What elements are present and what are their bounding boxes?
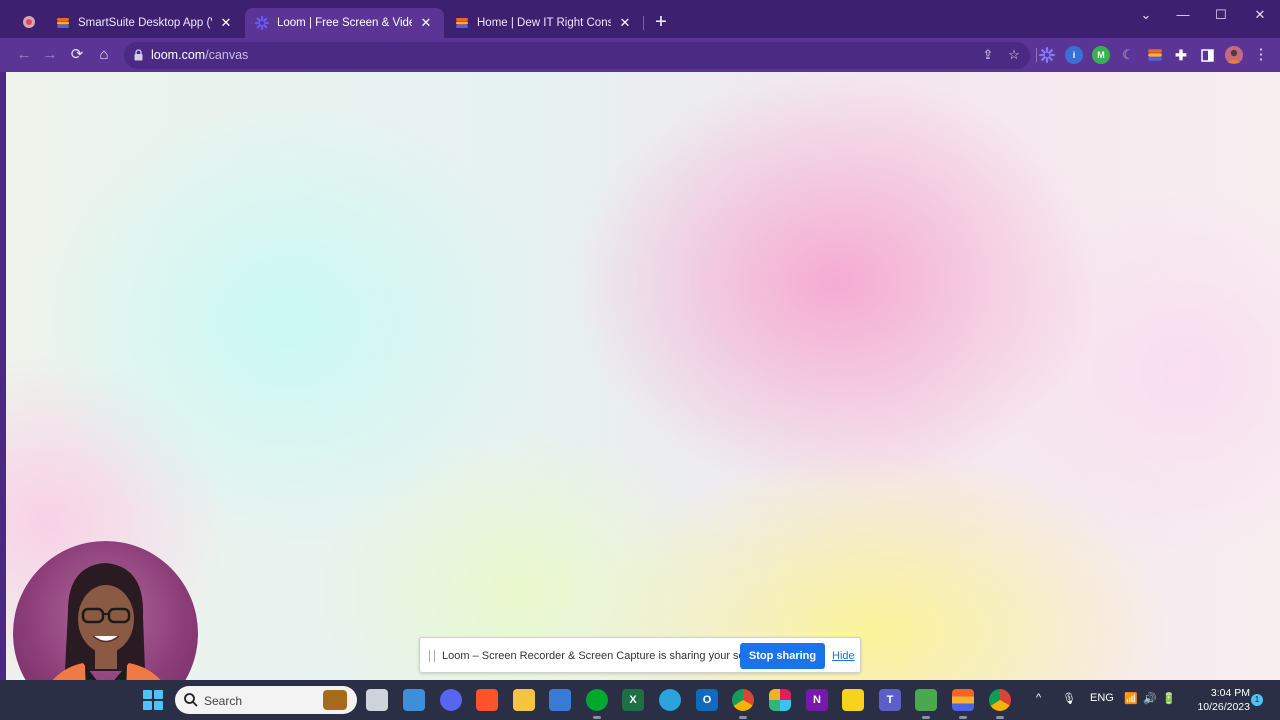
tab-smartsuite[interactable]: SmartSuite Desktop App (Voten ✕ — [46, 8, 244, 38]
language-indicator[interactable]: ENG — [1090, 692, 1114, 704]
tray-chevron-icon[interactable]: ^ — [1036, 692, 1041, 704]
close-window-button[interactable]: ✕ — [1245, 6, 1275, 24]
notification-badge[interactable]: 1 — [1251, 694, 1263, 706]
discord-app-icon[interactable] — [440, 689, 462, 711]
sharing-message: Loom – Screen Recorder & Screen Capture … — [442, 650, 770, 662]
tab-dewit[interactable]: Home | Dew IT Right Consulting ✕ — [445, 8, 643, 38]
puzzle-icon[interactable]: ✚ — [1172, 46, 1190, 64]
lock-icon[interactable] — [134, 49, 143, 61]
folder-app-icon[interactable] — [513, 689, 535, 711]
evernote-app-icon[interactable] — [586, 689, 608, 719]
brave-app-icon[interactable] — [476, 689, 498, 711]
sidepanel-icon[interactable] — [1198, 46, 1216, 64]
tab-search-button[interactable]: ⌄ — [1131, 6, 1161, 24]
stop-sharing-button[interactable]: Stop sharing — [740, 643, 825, 669]
profile-avatar[interactable] — [1225, 46, 1243, 64]
chrome-app-icon[interactable] — [732, 689, 754, 719]
system-clock[interactable]: 3:04 PM 10/26/2023 — [1186, 686, 1250, 714]
search-highlight-icon — [323, 690, 347, 710]
bookmark-star-icon[interactable]: ☆ — [1005, 46, 1023, 64]
forward-button[interactable]: → — [40, 45, 60, 65]
loom-canvas — [6, 72, 1280, 680]
taskbar-search[interactable]: Search — [175, 686, 357, 714]
toolbar-divider — [1036, 48, 1037, 62]
screen-sharing-banner: Loom – Screen Recorder & Screen Capture … — [419, 637, 861, 673]
slack-app-icon[interactable] — [769, 689, 791, 711]
smartsuite-extension-icon[interactable] — [1146, 46, 1164, 64]
windows-taskbar: Search X O N T ^ 🎙 ENG 📶 🔊 🔋 3:04 PM 10/… — [0, 680, 1280, 720]
tab-loom[interactable]: Loom | Free Screen & Video ✕ — [245, 8, 444, 38]
url-host: loom.com — [151, 48, 206, 62]
task-view-icon[interactable] — [366, 689, 388, 711]
loom-extension-icon[interactable] — [1038, 46, 1056, 64]
snip-app-icon[interactable] — [915, 689, 937, 719]
clock-date: 10/26/2023 — [1197, 701, 1250, 713]
tab-title: Loom | Free Screen & Video — [277, 17, 412, 29]
maximize-button[interactable]: ☐ — [1206, 6, 1236, 24]
search-label: Search — [204, 694, 243, 708]
reload-button[interactable]: ⟳ — [67, 45, 87, 65]
calculator-app-icon[interactable] — [549, 689, 571, 711]
teams-app-icon[interactable]: T — [879, 689, 901, 711]
battery-icon[interactable]: 🔋 — [1162, 692, 1176, 705]
telegram-app-icon[interactable] — [659, 689, 681, 711]
search-icon — [184, 693, 198, 707]
m-extension-icon[interactable]: M — [1092, 46, 1110, 64]
onenote-app-icon[interactable]: N — [806, 689, 828, 711]
minimize-button[interactable]: — — [1168, 6, 1198, 24]
smartsuite-app-icon[interactable] — [952, 689, 974, 719]
dewit-icon — [455, 16, 469, 30]
close-tab-icon[interactable]: ✕ — [617, 15, 633, 31]
browser-menu-button[interactable]: ⋮ — [1251, 45, 1271, 65]
excel-app-icon[interactable]: X — [622, 689, 644, 711]
new-tab-button[interactable]: + — [652, 12, 670, 32]
loom-icon — [255, 16, 269, 30]
browser-toolbar: ← → ⟳ ⌂ loom.com/canvas ⇪ ☆ i M ☾ ✚ ⋮ — [0, 38, 1280, 72]
microphone-icon[interactable]: 🎙 — [1062, 692, 1076, 705]
tab-strip: SmartSuite Desktop App (Voten ✕ Loom | F… — [0, 0, 1280, 38]
outlook-app-icon[interactable]: O — [696, 689, 718, 711]
chrome-profile-app-icon[interactable] — [989, 689, 1011, 719]
info-extension-icon[interactable]: i — [1065, 46, 1083, 64]
moon-extension-icon[interactable]: ☾ — [1119, 46, 1137, 64]
close-tab-icon[interactable]: ✕ — [418, 15, 434, 31]
close-tab-icon[interactable]: ✕ — [218, 15, 234, 31]
tab-divider — [643, 16, 644, 30]
drag-handle-icon[interactable] — [429, 650, 435, 662]
windows-start-icon[interactable] — [143, 690, 163, 710]
tab-title: SmartSuite Desktop App (Voten — [78, 17, 212, 29]
volume-icon[interactable]: 🔊 — [1143, 692, 1157, 705]
url-text: loom.com/canvas — [151, 48, 248, 62]
tab-title: Home | Dew IT Right Consulting — [477, 17, 611, 29]
url-path: /canvas — [205, 48, 249, 62]
back-button[interactable]: ← — [14, 45, 34, 65]
file-explorer-app-icon[interactable] — [403, 689, 425, 711]
sticky-notes-app-icon[interactable] — [842, 689, 864, 711]
clock-time: 3:04 PM — [1210, 687, 1250, 699]
smartsuite-icon — [56, 16, 70, 30]
wifi-icon[interactable]: 📶 — [1124, 692, 1138, 705]
recording-indicator-icon — [23, 16, 35, 28]
home-button[interactable]: ⌂ — [94, 45, 114, 65]
share-icon[interactable]: ⇪ — [979, 46, 997, 64]
address-bar[interactable]: loom.com/canvas ⇪ ☆ — [124, 42, 1030, 69]
hide-banner-link[interactable]: Hide — [832, 650, 855, 662]
